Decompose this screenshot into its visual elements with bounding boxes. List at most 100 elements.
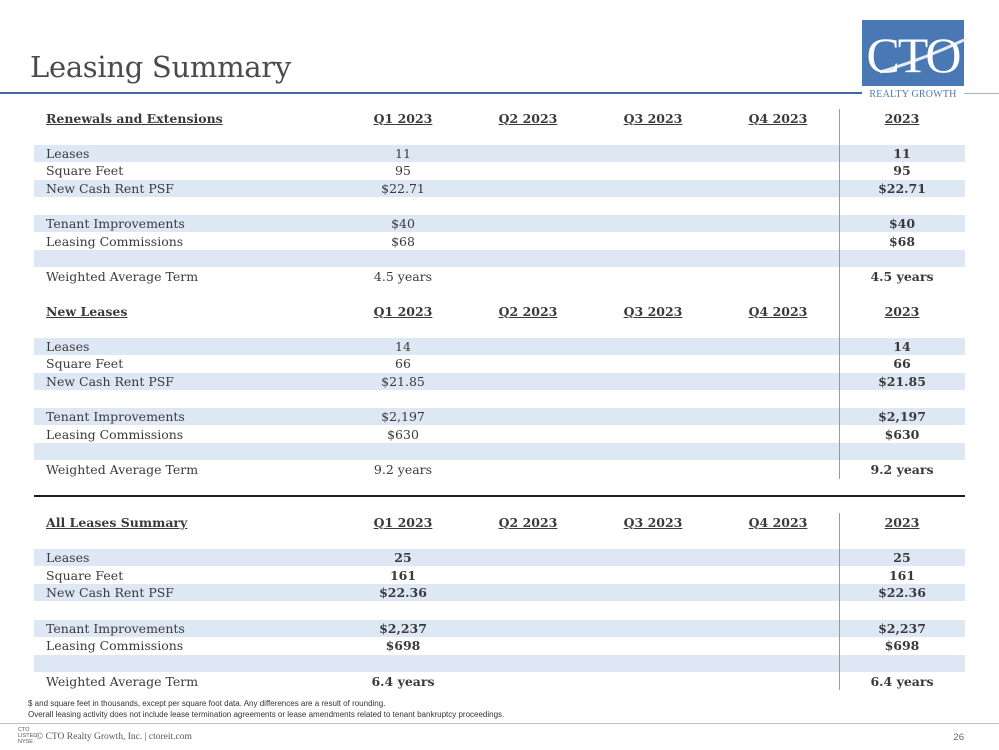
row-label: Square Feet bbox=[46, 163, 124, 178]
cell-q1: $40 bbox=[391, 216, 415, 231]
col-header-q1: Q1 2023 bbox=[373, 515, 433, 530]
cell-year: $22.71 bbox=[878, 181, 926, 196]
table-row: Tenant Improvements $40 $40 bbox=[34, 215, 965, 232]
table-row: Tenant Improvements $2,197 $2,197 bbox=[34, 408, 965, 425]
table-row: Square Feet 95 95 bbox=[34, 162, 965, 179]
logo-text: CTO bbox=[866, 27, 961, 83]
table-row: New Cash Rent PSF $21.85 $21.85 bbox=[34, 373, 965, 390]
table-row: Weighted Average Term 6.4 years 6.4 year… bbox=[34, 673, 965, 690]
cell-year: $68 bbox=[888, 234, 916, 249]
row-label: Weighted Average Term bbox=[46, 462, 199, 477]
table-row: Leases 11 11 bbox=[34, 145, 965, 162]
cell-year: 4.5 years bbox=[870, 269, 934, 284]
page-number: 26 bbox=[953, 732, 964, 743]
cell-year: 6.4 years bbox=[870, 674, 934, 689]
cell-q1: 11 bbox=[395, 146, 411, 161]
row-label: New Cash Rent PSF bbox=[46, 181, 174, 196]
col-header-q1: Q1 2023 bbox=[373, 111, 433, 126]
cell-q1: $2,237 bbox=[379, 621, 427, 636]
cell-q1: 6.4 years bbox=[371, 674, 435, 689]
cell-year: $40 bbox=[888, 216, 916, 231]
cell-q1: 66 bbox=[395, 356, 411, 371]
cell-year: 25 bbox=[893, 550, 911, 565]
col-header-q2: Q2 2023 bbox=[498, 111, 558, 126]
year-column-divider bbox=[839, 513, 840, 690]
row-label: Tenant Improvements bbox=[46, 216, 185, 231]
row-label: Tenant Improvements bbox=[46, 621, 185, 636]
row-label: Weighted Average Term bbox=[46, 674, 199, 689]
row-label: Weighted Average Term bbox=[46, 269, 199, 284]
cell-q1: $21.85 bbox=[381, 374, 425, 389]
cell-year: 14 bbox=[893, 339, 911, 354]
cell-year: $21.85 bbox=[878, 374, 926, 389]
spacer-row bbox=[34, 443, 965, 460]
row-label: Tenant Improvements bbox=[46, 409, 185, 424]
table-row: Leasing Commissions $68 $68 bbox=[34, 233, 965, 250]
col-header-q4: Q4 2023 bbox=[748, 111, 808, 126]
cto-logo: CTO bbox=[862, 20, 964, 86]
cell-q1: 4.5 years bbox=[373, 269, 433, 284]
page-title: Leasing Summary bbox=[30, 50, 291, 84]
cell-q1: $698 bbox=[385, 638, 421, 653]
table-row: New Cash Rent PSF $22.71 $22.71 bbox=[34, 180, 965, 197]
cell-year: $2,197 bbox=[878, 409, 926, 424]
row-label: Leases bbox=[46, 550, 90, 565]
col-header-q3: Q3 2023 bbox=[623, 304, 683, 319]
cell-q1: $68 bbox=[391, 234, 415, 249]
col-header-q3: Q3 2023 bbox=[623, 515, 683, 530]
cell-q1: 9.2 years bbox=[373, 462, 433, 477]
table-row: Leases 25 25 bbox=[34, 549, 965, 566]
table-row: Square Feet 66 66 bbox=[34, 355, 965, 372]
row-label: Leasing Commissions bbox=[46, 427, 184, 442]
col-header-q1: Q1 2023 bbox=[373, 304, 433, 319]
table-row: Leases 14 14 bbox=[34, 338, 965, 355]
cell-year: 95 bbox=[893, 163, 911, 178]
title-rule bbox=[0, 92, 862, 94]
row-label: Square Feet bbox=[46, 356, 124, 371]
col-header-q2: Q2 2023 bbox=[498, 304, 558, 319]
row-label: Square Feet bbox=[46, 568, 124, 583]
footnote: $ and square feet in thousands, except p… bbox=[28, 699, 386, 708]
cell-year: $22.36 bbox=[878, 585, 926, 600]
section-heading: New Leases bbox=[46, 304, 128, 319]
cell-q1: $22.71 bbox=[381, 181, 425, 196]
logo-subtitle: REALTY GROWTH bbox=[862, 89, 964, 100]
footer-logo: CTO LISTED NYSE bbox=[18, 727, 38, 745]
cell-year: $2,237 bbox=[878, 621, 926, 636]
col-header-q2: Q2 2023 bbox=[498, 515, 558, 530]
row-label: New Cash Rent PSF bbox=[46, 585, 174, 600]
col-header-q4: Q4 2023 bbox=[748, 515, 808, 530]
section-header-row: New Leases Q1 2023 Q2 2023 Q3 2023 Q4 20… bbox=[34, 302, 965, 322]
footnote: Overall leasing activity does not includ… bbox=[28, 710, 505, 719]
row-label: Leases bbox=[46, 146, 90, 161]
cell-year: $630 bbox=[884, 427, 920, 442]
col-header-year: 2023 bbox=[884, 515, 920, 530]
spacer-row bbox=[34, 655, 965, 672]
table-row: Square Feet 161 161 bbox=[34, 567, 965, 584]
cell-year: 11 bbox=[893, 146, 911, 161]
row-label: Leasing Commissions bbox=[46, 638, 184, 653]
year-column-divider bbox=[839, 109, 840, 479]
cell-year: 9.2 years bbox=[870, 462, 934, 477]
cell-year: 66 bbox=[893, 356, 911, 371]
section-heading: Renewals and Extensions bbox=[46, 111, 223, 126]
col-header-q3: Q3 2023 bbox=[623, 111, 683, 126]
cell-q1: $2,197 bbox=[381, 409, 425, 424]
table-row: Leasing Commissions $698 $698 bbox=[34, 637, 965, 654]
cell-q1: 95 bbox=[395, 163, 411, 178]
spacer-row bbox=[34, 250, 965, 267]
section-header-row: Renewals and Extensions Q1 2023 Q2 2023 … bbox=[34, 109, 965, 129]
cell-q1: $22.36 bbox=[379, 585, 427, 600]
cell-q1: $630 bbox=[387, 427, 419, 442]
table-row: New Cash Rent PSF $22.36 $22.36 bbox=[34, 584, 965, 601]
col-header-year: 2023 bbox=[884, 304, 920, 319]
footer-rule bbox=[0, 723, 999, 724]
table-row: Weighted Average Term 4.5 years 4.5 year… bbox=[34, 268, 965, 285]
row-label: Leasing Commissions bbox=[46, 234, 184, 249]
table-row: Tenant Improvements $2,237 $2,237 bbox=[34, 620, 965, 637]
row-label: Leases bbox=[46, 339, 90, 354]
section-heading: All Leases Summary bbox=[46, 515, 188, 530]
section-divider bbox=[34, 495, 965, 497]
col-header-year: 2023 bbox=[884, 111, 920, 126]
cell-q1: 161 bbox=[389, 568, 417, 583]
